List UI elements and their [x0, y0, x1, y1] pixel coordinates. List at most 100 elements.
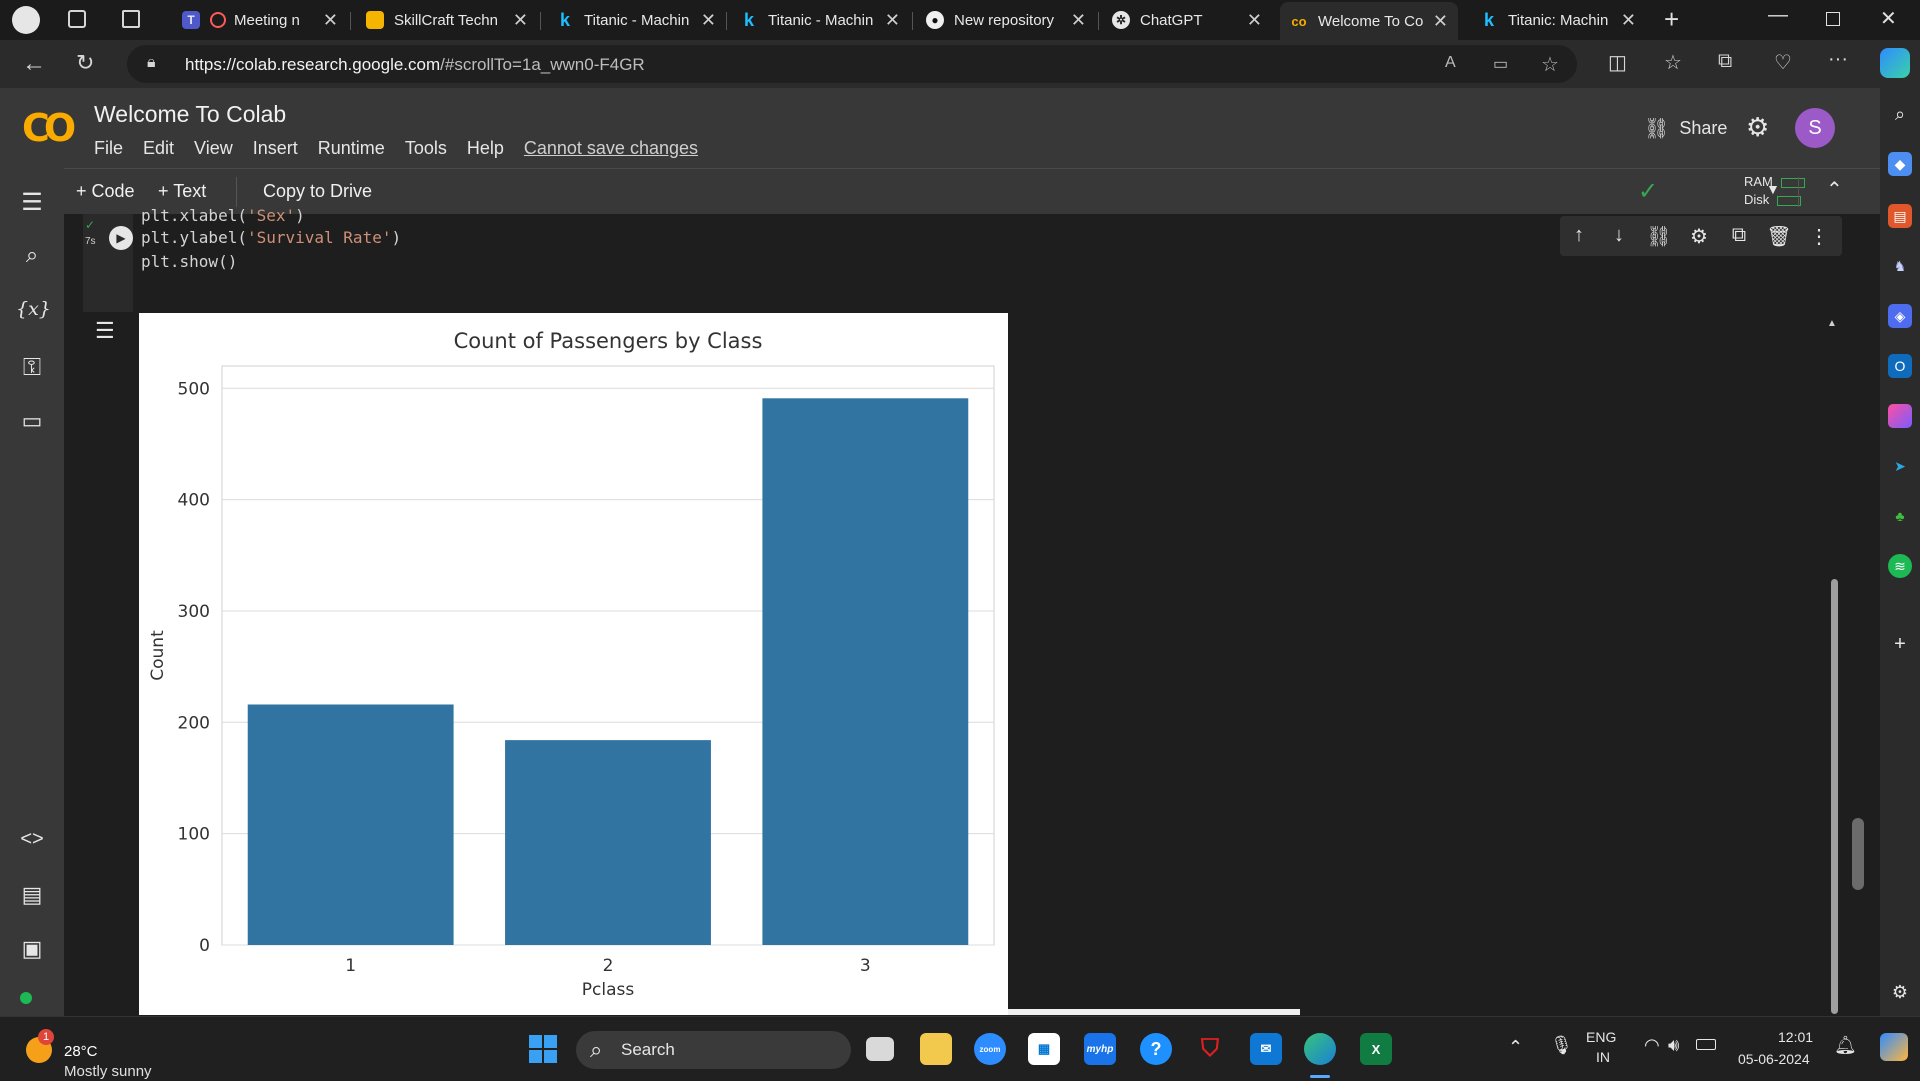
start-windows-icon[interactable]	[529, 1035, 557, 1063]
menu-help[interactable]: Help	[467, 138, 504, 159]
variables-icon[interactable]: {x}	[16, 298, 51, 320]
command-palette-icon[interactable]: ▤	[16, 882, 48, 908]
output-scroll-thumb[interactable]	[1831, 579, 1838, 1014]
tab-welcome-to-colab[interactable]: co Welcome To Co ✕	[1280, 2, 1458, 40]
volume-icon[interactable]: 🔊︎	[1668, 1035, 1679, 1056]
tree-icon[interactable]: ♣	[1888, 504, 1912, 528]
workspaces-icon[interactable]	[68, 10, 86, 28]
read-aloud-icon[interactable]: A	[1445, 54, 1456, 72]
copilot-side-icon[interactable]: ◈	[1888, 304, 1912, 328]
close-tab-icon[interactable]: ✕	[1621, 10, 1636, 31]
outlook-icon[interactable]: O	[1888, 354, 1912, 378]
collapse-header-icon[interactable]: ⌃	[1826, 177, 1843, 202]
files-folder-icon[interactable]: ▭	[16, 408, 48, 434]
back-icon[interactable]: ←	[22, 50, 46, 78]
menu-view[interactable]: View	[194, 138, 233, 159]
excel-icon[interactable]: X	[1360, 1033, 1392, 1065]
menu-runtime[interactable]: Runtime	[318, 138, 385, 159]
battery-icon[interactable]	[1696, 1039, 1716, 1050]
notebook-title[interactable]: Welcome To Colab	[94, 101, 286, 128]
favorite-star-icon[interactable]: ☆	[1541, 52, 1559, 77]
add-code-button[interactable]: + Code	[76, 181, 135, 202]
mirror-cell-icon[interactable]: ⧉	[1726, 224, 1752, 247]
code-line[interactable]: plt.xlabel('Sex')	[141, 206, 305, 225]
close-window-icon[interactable]: ✕	[1880, 6, 1897, 31]
output-actions-icon[interactable]: ☰	[95, 318, 115, 344]
telegram-icon[interactable]: ➤	[1888, 454, 1912, 478]
cell-link-icon[interactable]: ⛓	[1646, 224, 1672, 249]
profile-icon[interactable]	[12, 6, 40, 34]
lock-icon[interactable]: 🔒︎	[147, 54, 156, 72]
collections-icon[interactable]: ⧉	[1718, 50, 1732, 73]
move-down-icon[interactable]: ↓	[1606, 224, 1632, 247]
url-field[interactable]: 🔒︎ https://colab.research.google.com/#sc…	[127, 45, 1577, 83]
language-top[interactable]: ENG	[1586, 1029, 1616, 1045]
file-explorer-icon[interactable]	[920, 1033, 952, 1065]
taskbar-search[interactable]: ⌕ Search	[576, 1031, 851, 1069]
copilot-taskbar-icon[interactable]	[1880, 1033, 1908, 1061]
mail-icon[interactable]: ✉	[1250, 1033, 1282, 1065]
close-tab-icon[interactable]: ✕	[1071, 10, 1086, 31]
terminal-icon[interactable]: ▣	[16, 936, 48, 962]
cannot-save-link[interactable]: Cannot save changes	[524, 138, 698, 159]
sidebar-settings-icon[interactable]: ⚙	[1888, 980, 1912, 1004]
copy-to-drive-button[interactable]: Copy to Drive	[263, 181, 372, 202]
edge-search-icon[interactable]: ⌕	[1888, 102, 1912, 126]
close-tab-icon[interactable]: ✕	[701, 10, 716, 31]
tab-chatgpt[interactable]: ✲ ChatGPT ✕	[1102, 4, 1272, 36]
tab-titanic-1[interactable]: k Titanic - Machin ✕	[546, 4, 726, 36]
horizontal-scrollbar[interactable]	[1008, 1009, 1300, 1015]
colab-logo[interactable]: CO	[22, 106, 76, 150]
scroll-up-arrow-icon[interactable]: ▲	[1827, 318, 1837, 329]
tools-icon[interactable]: ▤	[1888, 204, 1912, 228]
avatar[interactable]: S	[1795, 108, 1835, 148]
menu-insert[interactable]: Insert	[253, 138, 298, 159]
edge-browser-icon[interactable]	[1304, 1033, 1336, 1065]
share-button[interactable]: ⛓ Share	[1644, 116, 1727, 141]
microsoft-store-icon[interactable]: ▦	[1028, 1033, 1060, 1065]
code-line[interactable]: plt.ylabel('Survival Rate')	[141, 228, 401, 247]
tab-new-repository[interactable]: ● New repository ✕	[916, 4, 1096, 36]
run-cell-button[interactable]: ▶	[109, 226, 133, 250]
close-tab-icon[interactable]: ✕	[1247, 10, 1262, 31]
page-scroll-thumb[interactable]	[1852, 818, 1864, 890]
menu-tools[interactable]: Tools	[405, 138, 447, 159]
resources-dropdown-icon[interactable]: ▼	[1766, 181, 1780, 197]
designer-icon[interactable]	[1888, 404, 1912, 428]
tab-actions-icon[interactable]	[122, 10, 140, 28]
tab-skillcraft[interactable]: SkillCraft Techn ✕	[356, 4, 538, 36]
language-bottom[interactable]: IN	[1596, 1049, 1610, 1065]
more-options-icon[interactable]: ···	[1828, 48, 1848, 71]
move-up-icon[interactable]: ↑	[1566, 224, 1592, 247]
code-line[interactable]: plt.show()	[141, 252, 237, 271]
restore-icon[interactable]	[1826, 12, 1840, 26]
table-of-contents-icon[interactable]: ☰	[16, 188, 48, 217]
notifications-bell-icon[interactable]: 🔔︎	[1834, 1035, 1857, 1056]
delete-cell-icon[interactable]: 🗑︎	[1766, 224, 1792, 249]
cell-more-icon[interactable]: ⋮	[1806, 224, 1832, 249]
tab-titanic-3[interactable]: k Titanic: Machin ✕	[1470, 4, 1646, 36]
code-snippets-icon[interactable]: <>	[16, 828, 48, 851]
myhp-icon[interactable]: myhp	[1084, 1033, 1116, 1065]
mcafee-icon[interactable]: ⛉	[1194, 1033, 1226, 1065]
tab-titanic-2[interactable]: k Titanic - Machin ✕	[730, 4, 910, 36]
show-hidden-icons[interactable]: ⌃	[1508, 1037, 1523, 1058]
zoom-icon[interactable]: zoom	[974, 1033, 1006, 1065]
cell-settings-icon[interactable]: ⚙	[1686, 224, 1712, 249]
add-text-button[interactable]: + Text	[158, 181, 206, 202]
wifi-icon[interactable]: ◠	[1644, 1035, 1660, 1056]
browser-essentials-icon[interactable]: ♡	[1774, 50, 1792, 75]
refresh-icon[interactable]: ↻	[76, 50, 94, 76]
immersive-reader-icon[interactable]: ▭	[1493, 54, 1508, 74]
microphone-icon[interactable]: 🎙︎	[1550, 1035, 1573, 1056]
spotify-icon[interactable]: ≋	[1888, 554, 1912, 578]
split-screen-icon[interactable]: ◫	[1608, 50, 1627, 75]
close-tab-icon[interactable]: ✕	[885, 10, 900, 31]
menu-file[interactable]: File	[94, 138, 123, 159]
help-icon[interactable]: ?	[1140, 1033, 1172, 1065]
tab-meeting[interactable]: T Meeting n ✕	[172, 4, 348, 36]
add-sidebar-app-icon[interactable]: +	[1888, 632, 1912, 656]
secrets-key-icon[interactable]: ⚿	[16, 354, 48, 382]
favorites-icon[interactable]: ☆	[1664, 50, 1682, 75]
clock-time[interactable]: 12:01	[1778, 1029, 1813, 1045]
